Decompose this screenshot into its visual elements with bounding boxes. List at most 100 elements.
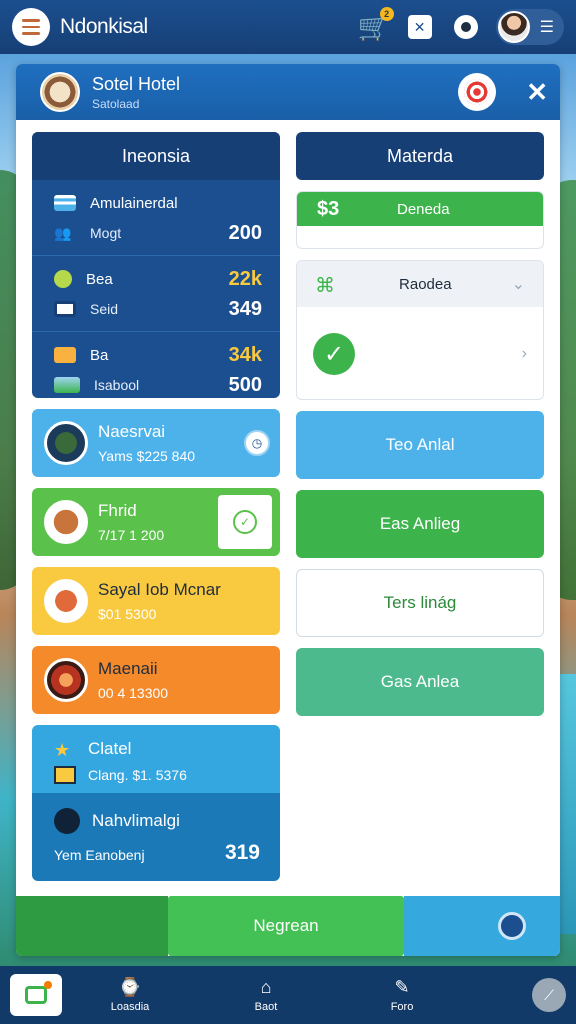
target-icon	[464, 79, 491, 105]
stats-panel: Ineonsia Amulainerdal 👥 Mogt 200 Bea 22k	[32, 132, 280, 398]
profile-button[interactable]: ☰	[495, 9, 564, 45]
hotel-photo	[40, 72, 80, 112]
action-button-3[interactable]: Ters linág	[296, 569, 544, 637]
nav-label: Foro	[390, 1001, 414, 1013]
card-title: Sotel Hotel	[92, 73, 181, 94]
nav-label: Baot	[254, 1001, 278, 1013]
stats-block: Bea 22k Seid 349	[32, 256, 280, 332]
stats-block: Amulainerdal 👥 Mogt 200	[32, 180, 280, 256]
check-circle-icon: ✓	[313, 333, 355, 375]
chevron-right-icon: ›	[521, 345, 527, 362]
menu-button[interactable]	[12, 8, 50, 46]
history-icon: ⌚	[118, 977, 142, 997]
compass-icon: ⟋	[544, 986, 554, 1003]
close-icon[interactable]: ✕	[526, 77, 548, 108]
tile-title: Fhrid	[98, 501, 137, 520]
price-card[interactable]: $3 Deneda	[296, 191, 544, 249]
stat-value: 34k	[228, 343, 262, 366]
resort-icon	[44, 421, 88, 465]
tile-sub: Yams $225 840	[98, 448, 196, 464]
stat-value: 200	[228, 221, 262, 244]
box-icon	[44, 500, 88, 544]
main-card: Sotel Hotel Satolaad ✕ Ineonsia Amulaine…	[16, 64, 560, 956]
stat-value: 349	[228, 297, 262, 320]
building-icon	[44, 579, 88, 623]
summary-title: Clatel	[88, 739, 132, 758]
tile-sub: 00 4 13300	[98, 685, 169, 701]
stat-label: Amulainerdal	[90, 194, 178, 212]
summary-title: Nahvlimalgi	[92, 811, 180, 830]
bulb-icon	[54, 270, 72, 288]
card-footer: Negrean	[16, 896, 560, 956]
tile-spa[interactable]: Maenaii 00 4 13300	[32, 646, 280, 714]
menu-lines-icon: ☰	[539, 19, 554, 36]
cart-badge: 2	[379, 7, 394, 21]
stat-value: 500	[228, 373, 262, 396]
location-icon	[453, 15, 478, 39]
right-header: Materda	[296, 132, 544, 180]
people-icon: 👥	[54, 225, 72, 241]
stat-label: Bea	[86, 270, 113, 288]
photo-icon	[54, 347, 76, 363]
avatar	[497, 11, 530, 43]
action-button-1[interactable]: Teo Anlal	[296, 411, 544, 479]
location-button[interactable]	[450, 11, 482, 43]
card-icon	[54, 301, 76, 317]
action-button-4[interactable]: Gas Anlea	[296, 648, 544, 716]
right-column: Materda $3 Deneda ⌘ Raodea ⌄ ✓ › Teo Anl…	[296, 132, 544, 716]
primary-action-button[interactable]: Negrean	[168, 896, 404, 956]
tile-service[interactable]: Sayal Iob Mcnar $01 5300	[32, 567, 280, 635]
card-header: Sotel Hotel Satolaad ✕	[16, 64, 560, 120]
record-icon[interactable]	[498, 912, 526, 940]
stats-block: Ba 34k Isabool 500	[32, 332, 280, 398]
status-panel-header[interactable]: ⌘ Raodea ⌄	[297, 261, 543, 307]
tile-food[interactable]: Fhrid 7/17 1 200 ✓	[32, 488, 280, 556]
price-value: $3	[317, 197, 340, 220]
stat-label: Mogt	[90, 225, 122, 241]
stat-label: Ba	[90, 346, 109, 364]
target-button[interactable]	[458, 73, 497, 111]
app-brand: Ndonkisal	[60, 15, 148, 38]
status-row[interactable]: ✓ ›	[297, 307, 543, 399]
tile-sub: $01 5300	[98, 606, 157, 622]
stat-label: Isabool	[94, 377, 140, 393]
compass-button[interactable]: ⟋	[532, 978, 566, 1012]
nav-home-button[interactable]	[10, 974, 62, 1016]
nav-item-edit[interactable]: ✎ Foro	[334, 977, 470, 1013]
clock-icon[interactable]: ◷	[244, 430, 270, 456]
landscape-icon	[54, 377, 80, 393]
list-icon	[54, 195, 76, 211]
wallet-icon	[25, 981, 52, 1004]
summary-sub: Clang. $1. 5376	[88, 767, 187, 783]
nav-label: Loasdia	[110, 1001, 150, 1013]
summary-value: 319	[224, 841, 260, 864]
shuffle-icon: ✕	[407, 15, 432, 39]
tile-title: Naesrvai	[98, 422, 166, 441]
action-button-2[interactable]: Eas Anlieg	[296, 490, 544, 558]
stat-value: 22k	[228, 267, 262, 290]
card-subtitle: Satolaad	[92, 96, 140, 111]
cart-button[interactable]: 🛒 2	[357, 7, 394, 43]
check-icon: ✓	[233, 510, 257, 534]
tile-sub: 7/17 1 200	[98, 527, 165, 543]
stats-header: Ineonsia	[32, 132, 280, 180]
ticket-icon	[54, 766, 76, 784]
stat-label: Seid	[90, 301, 119, 317]
nav-item-home[interactable]: ⌂ Baot	[198, 977, 334, 1013]
chevron-down-icon: ⌄	[511, 276, 525, 293]
check-button[interactable]: ✓	[218, 495, 272, 549]
flame-icon	[44, 658, 88, 702]
nav-item-history[interactable]: ⌚ Loasdia	[62, 977, 198, 1013]
top-bar: Ndonkisal 🛒 2 ✕ ☰	[0, 0, 576, 54]
home-icon: ⌂	[260, 977, 272, 997]
tile-title: Maenaii	[98, 659, 158, 678]
bottom-nav: ⌚ Loasdia ⌂ Baot ✎ Foro ⟋	[0, 966, 576, 1024]
tile-reservation[interactable]: Naesrvai Yams $225 840 ◷	[32, 409, 280, 477]
shuffle-button[interactable]: ✕	[404, 11, 436, 43]
summary-sub: Yem Eanobenj	[54, 847, 145, 863]
summary-panel: ★ Clatel Clang. $1. 5376 Nahvlimalgi Yem…	[32, 725, 280, 881]
star-icon: ★	[54, 740, 71, 760]
price-label: Deneda	[397, 200, 450, 218]
bulb-icon	[54, 808, 80, 834]
edit-icon: ✎	[394, 977, 410, 997]
